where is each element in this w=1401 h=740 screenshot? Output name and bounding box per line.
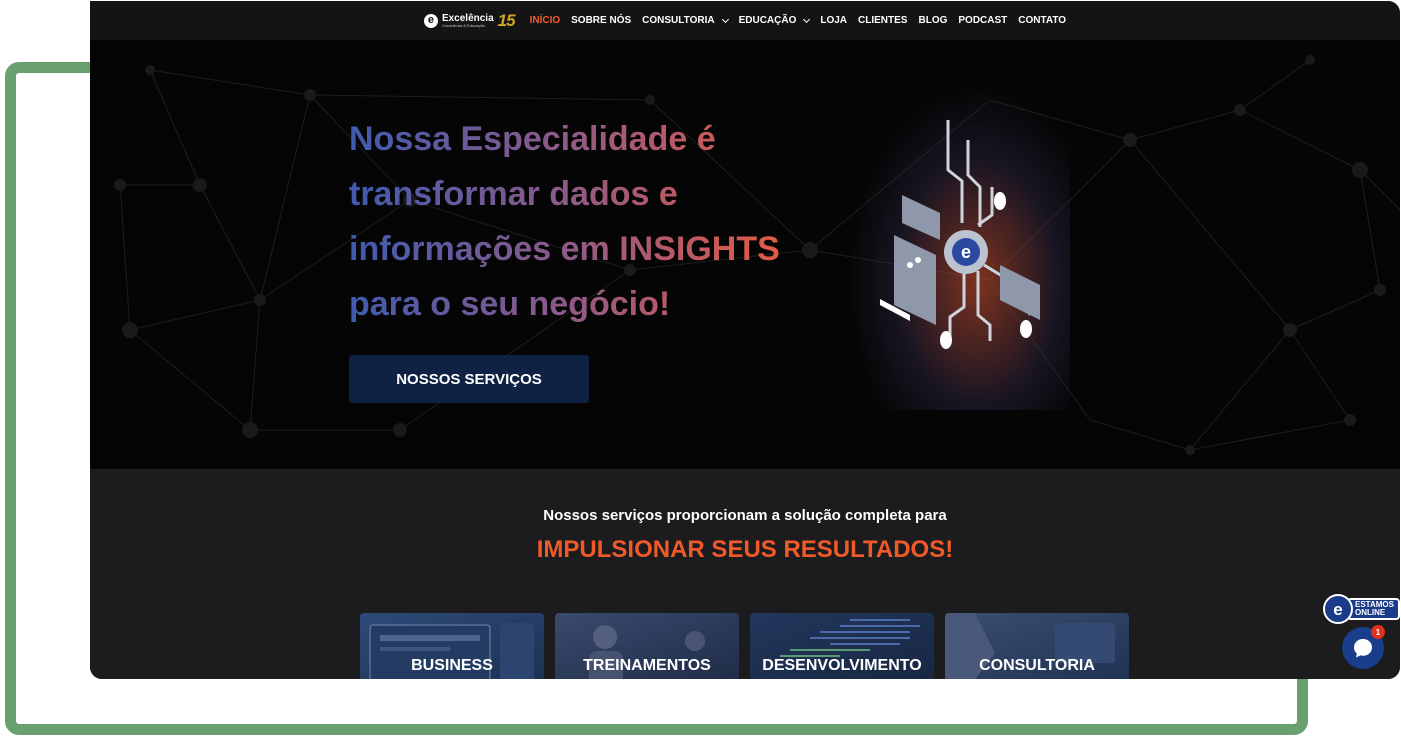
nav-item-podcast[interactable]: PODCAST <box>958 15 1007 26</box>
data-circuit-illustration: e <box>880 120 1040 349</box>
service-card-label: BUSINESS <box>411 657 493 674</box>
service-card-business[interactable]: BUSINESS <box>360 613 544 679</box>
unread-count-badge: 1 <box>1371 625 1385 639</box>
service-card-label: DESENVOLVIMENTO <box>762 657 922 674</box>
hero-banner: Nossa Especialidade é transformar dados … <box>90 40 1400 469</box>
svg-text:e: e <box>961 242 971 262</box>
logo-subtitle: Consultoria & Educação <box>441 22 485 28</box>
service-card-desenvolvimento[interactable]: DESENVOLVIMENTO <box>750 613 934 679</box>
services-headline: IMPULSIONAR SEUS RESULTADOS! <box>536 536 954 563</box>
logo-e-icon: e <box>423 13 438 28</box>
logo-anniversary: 15 <box>497 10 516 30</box>
service-card-label: TREINAMENTOS <box>583 657 711 674</box>
nav-item-educacao[interactable]: EDUCAÇÃO <box>739 15 811 26</box>
estamos-online-badge[interactable]: ESTAMOS ONLINE e <box>1323 594 1400 624</box>
nav-item-consultoria[interactable]: CONSULTORIA <box>642 15 729 26</box>
site-logo[interactable]: e Excelência Consultoria & Educação 15 <box>423 10 516 31</box>
service-card-label: CONSULTORIA <box>979 657 1095 674</box>
logo-name: Excelência <box>441 12 494 24</box>
service-card-consultoria[interactable]: CONSULTORIA <box>945 613 1129 679</box>
nav-item-loja[interactable]: LOJA <box>820 15 847 26</box>
top-navigation: e Excelência Consultoria & Educação 15 I… <box>90 1 1400 40</box>
chat-bubble-icon <box>1354 639 1372 658</box>
chevron-down-icon <box>803 15 811 23</box>
chevron-down-icon <box>721 15 729 23</box>
hero-title: Nossa Especialidade é transformar dados … <box>349 112 809 332</box>
nav-item-blog[interactable]: BLOG <box>918 15 947 26</box>
nossos-servicos-button[interactable]: NOSSOS SERVIÇOS <box>349 355 589 403</box>
service-card-treinamentos[interactable]: TREINAMENTOS <box>555 613 739 679</box>
nav-item-sobre-nos[interactable]: SOBRE NÓS <box>571 15 631 26</box>
nav-item-clientes[interactable]: CLIENTES <box>858 15 907 26</box>
services-intro: Nossos serviços proporcionam a solução c… <box>543 507 947 524</box>
service-cards: BUSINESS TREINAMENTOS DESENVOLVIMENTO CO… <box>360 613 1129 679</box>
website-screenshot: e Excelência Consultoria & Educação 15 I… <box>90 1 1400 679</box>
nav-item-inicio[interactable]: INÍCIO <box>530 15 561 26</box>
logo-e-icon: e <box>1323 594 1353 624</box>
nav-item-contato[interactable]: CONTATO <box>1018 15 1066 26</box>
services-section: Nossos serviços proporcionam a solução c… <box>90 469 1400 679</box>
